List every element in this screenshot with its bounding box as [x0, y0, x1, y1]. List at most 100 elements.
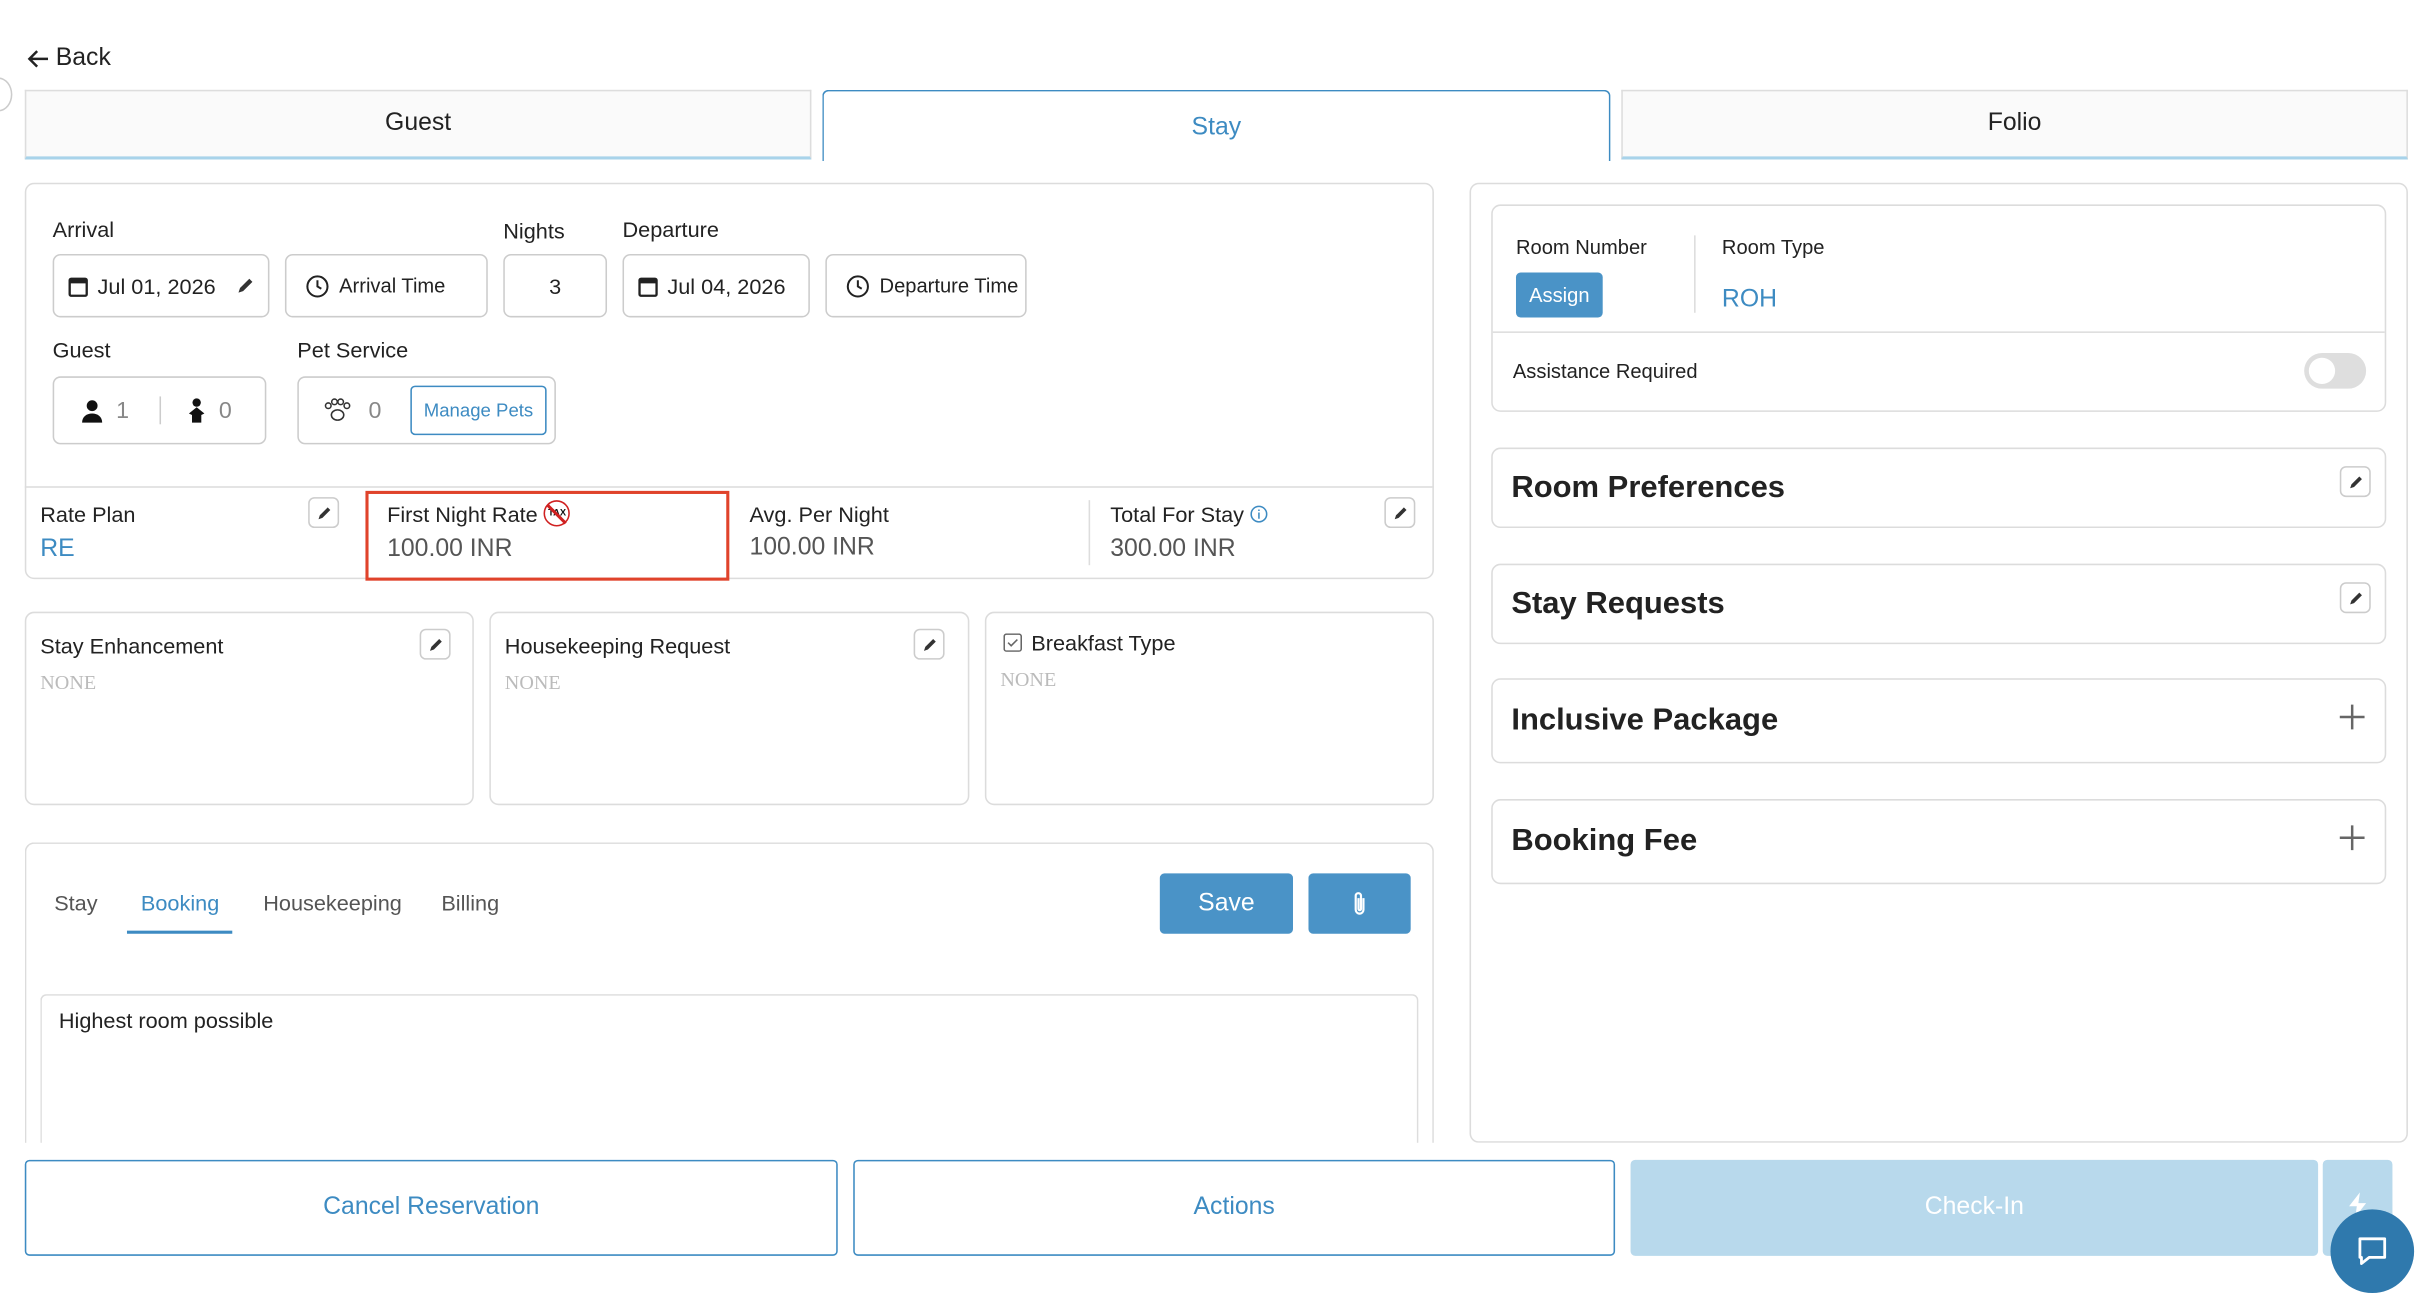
divider: [1088, 500, 1091, 566]
divider: [160, 396, 162, 425]
departure-time-label: Departure Time: [879, 274, 1019, 298]
pencil-icon: [1391, 504, 1408, 521]
child-icon: [188, 398, 207, 423]
arrival-time-label: Arrival Time: [339, 274, 446, 298]
paw-icon: [322, 398, 353, 423]
assign-button[interactable]: Assign: [1515, 272, 1603, 318]
notes-tab-booking[interactable]: Booking: [141, 890, 219, 915]
avg-per-night-label: Avg. Per Night: [749, 501, 889, 527]
edit-total-button[interactable]: [1384, 497, 1416, 529]
total-for-stay-header: Total For Stay: [1110, 501, 1269, 527]
housekeeping-request-value: NONE: [504, 670, 561, 694]
room-type-label: Room Type: [1721, 235, 1825, 259]
breakfast-type-value: NONE: [1000, 667, 1057, 691]
stay-requests-title: Stay Requests: [1511, 586, 1725, 621]
pencil-icon: [315, 504, 332, 521]
stay-requests-section[interactable]: Stay Requests: [1491, 563, 2387, 645]
departure-label: Departure: [622, 216, 719, 242]
divider: [24, 486, 1434, 488]
save-button[interactable]: Save: [1159, 873, 1293, 934]
tab-guest[interactable]: Guest: [24, 89, 812, 160]
pet-service-label: Pet Service: [297, 337, 409, 363]
arrival-label: Arrival: [52, 216, 115, 242]
room-card: Room Number Assign Room Type ROH Assista…: [1491, 204, 2387, 412]
calendar-icon: [68, 275, 88, 297]
notes-textarea[interactable]: Highest room possible: [40, 994, 1419, 1149]
pencil-icon[interactable]: [236, 276, 256, 296]
adult-count: 1: [116, 397, 130, 424]
inclusive-package-title: Inclusive Package: [1511, 703, 1779, 738]
rate-plan-value[interactable]: RE: [40, 536, 74, 564]
arrival-date-field[interactable]: Jul 01, 2026: [52, 253, 270, 318]
tab-stay[interactable]: Stay: [822, 89, 1611, 162]
breakfast-type-header: Breakfast Type: [1003, 630, 1176, 656]
edit-stay-requests-button[interactable]: [2339, 582, 2371, 614]
info-icon[interactable]: [1250, 505, 1269, 524]
back-link[interactable]: Back: [26, 45, 111, 73]
booking-fee-section[interactable]: Booking Fee: [1491, 799, 2387, 885]
pencil-icon: [2347, 473, 2364, 490]
notes-text: Highest room possible: [58, 1008, 274, 1033]
total-for-stay-label: Total For Stay: [1110, 501, 1245, 527]
room-type-value[interactable]: ROH: [1722, 286, 1777, 314]
tab-stay-label: Stay: [1191, 113, 1242, 141]
first-night-rate-label: First Night Rate: [387, 500, 538, 526]
notes-tab-stay[interactable]: Stay: [54, 890, 97, 915]
divider: [1492, 331, 2385, 333]
stay-enhancement-label: Stay Enhancement: [40, 633, 224, 659]
tab-guest-label: Guest: [385, 109, 452, 137]
edit-rate-plan-button[interactable]: [308, 497, 340, 529]
breakfast-type-label: Breakfast Type: [1031, 630, 1176, 656]
chat-button[interactable]: [2330, 1209, 2415, 1293]
arrival-time-field[interactable]: Arrival Time: [284, 253, 488, 318]
room-preferences-section[interactable]: Room Preferences: [1491, 447, 2387, 529]
stay-enhancement-card: Stay Enhancement NONE: [24, 611, 474, 806]
notes-tab-housekeeping[interactable]: Housekeeping: [263, 890, 402, 915]
breakfast-type-card: Breakfast Type NONE: [984, 611, 1434, 806]
checkbox-icon: [1003, 633, 1023, 652]
notes-tab-billing[interactable]: Billing: [441, 890, 499, 915]
room-number-label: Room Number: [1515, 235, 1647, 259]
assistance-toggle[interactable]: [2304, 353, 2367, 389]
no-tax-icon: TAX: [543, 500, 571, 527]
manage-pets-button[interactable]: Manage Pets: [410, 385, 547, 436]
nights-label: Nights: [503, 218, 565, 244]
attach-button[interactable]: [1308, 873, 1411, 934]
tab-folio-label: Folio: [1987, 109, 2042, 137]
departure-time-field[interactable]: Departure Time: [825, 253, 1027, 318]
rate-plan-label: Rate Plan: [40, 501, 136, 527]
child-count: 0: [218, 397, 232, 424]
pencil-icon: [921, 636, 938, 653]
room-preferences-title: Room Preferences: [1511, 470, 1786, 505]
check-in-button[interactable]: Check-In: [1630, 1159, 2319, 1256]
departure-date-field[interactable]: Jul 04, 2026: [622, 253, 810, 318]
divider: [1694, 235, 1696, 313]
housekeeping-request-label: Housekeeping Request: [504, 633, 731, 659]
housekeeping-request-card: Housekeeping Request NONE: [489, 611, 970, 806]
first-night-rate-value: 100.00 INR: [387, 535, 513, 563]
sidebar-toggle[interactable]: [0, 77, 13, 112]
pet-service-field: 0 Manage Pets: [297, 376, 556, 445]
pencil-icon: [427, 636, 444, 653]
edit-room-preferences-button[interactable]: [2339, 466, 2371, 498]
plus-icon[interactable]: [2338, 703, 2366, 731]
guest-label: Guest: [52, 337, 111, 363]
cancel-reservation-button[interactable]: Cancel Reservation: [24, 1159, 838, 1256]
total-for-stay-value: 300.00 INR: [1110, 535, 1236, 563]
actions-button[interactable]: Actions: [853, 1159, 1616, 1256]
guest-count-field[interactable]: 1 0: [52, 376, 267, 445]
inclusive-package-section[interactable]: Inclusive Package: [1491, 678, 2387, 764]
paperclip-icon: [1352, 890, 1367, 916]
adult-icon: [81, 399, 104, 422]
edit-stay-enhancement-button[interactable]: [419, 628, 451, 660]
edit-housekeeping-button[interactable]: [913, 628, 945, 660]
first-night-rate-header: First Night Rate TAX: [387, 500, 571, 527]
avg-per-night-value: 100.00 INR: [749, 534, 875, 561]
arrival-date-value: Jul 01, 2026: [97, 273, 216, 299]
tab-folio[interactable]: Folio: [1621, 89, 2408, 160]
departure-date-value: Jul 04, 2026: [667, 273, 786, 299]
plus-icon[interactable]: [2338, 824, 2366, 852]
pet-count: 0: [368, 397, 382, 424]
clock-icon: [845, 273, 870, 298]
nights-input[interactable]: 3: [503, 253, 608, 318]
